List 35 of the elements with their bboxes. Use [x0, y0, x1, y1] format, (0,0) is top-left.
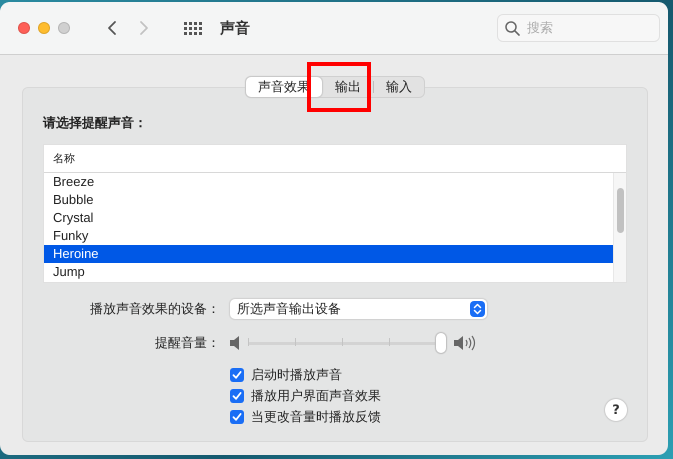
field-label: 提醒音量： [154, 334, 220, 352]
back-button[interactable] [106, 20, 118, 36]
checkbox[interactable] [230, 410, 244, 424]
tab[interactable]: 输入 [374, 77, 424, 97]
slider-thumb[interactable] [436, 333, 446, 353]
checkbox-label: 启动时播放声音 [251, 366, 342, 384]
minimize-button[interactable] [38, 22, 50, 34]
close-button[interactable] [18, 22, 30, 34]
checkbox-label: 播放用户界面声音效果 [251, 386, 381, 404]
field-label: 播放声音效果的设备： [89, 300, 220, 318]
list-row[interactable]: Jump [44, 263, 613, 281]
scroll-bar[interactable] [613, 173, 626, 282]
column-header[interactable]: 名称 [53, 151, 75, 166]
list-row[interactable]: Breeze [44, 173, 613, 191]
search-icon [505, 21, 520, 36]
search-field[interactable]: 搜索 [497, 14, 660, 42]
speaker-loud-icon [454, 335, 478, 351]
checkbox-label: 当更改音量时播放反馈 [251, 408, 381, 426]
list-row[interactable]: Crystal [44, 209, 613, 227]
section-label: 请选择提醒声音： [43, 114, 148, 132]
speaker-icon [230, 336, 240, 350]
help-button[interactable]: ? [605, 399, 627, 421]
grid-icon[interactable] [184, 22, 202, 34]
list-row[interactable]: Heroine [44, 245, 613, 263]
volume-slider[interactable] [248, 333, 446, 353]
checkbox[interactable] [230, 368, 244, 382]
device-popup[interactable]: 所选声音输出设备 [230, 299, 487, 319]
list-row[interactable]: Funky [44, 227, 613, 245]
window-title: 声音 [220, 18, 250, 38]
zoom-button[interactable] [58, 22, 70, 34]
highlight-frame [307, 62, 371, 112]
updown-icon [470, 301, 485, 317]
checkbox[interactable] [230, 388, 244, 402]
tab[interactable]: 输出 [323, 77, 373, 97]
list-row[interactable]: Bubble [44, 191, 613, 209]
